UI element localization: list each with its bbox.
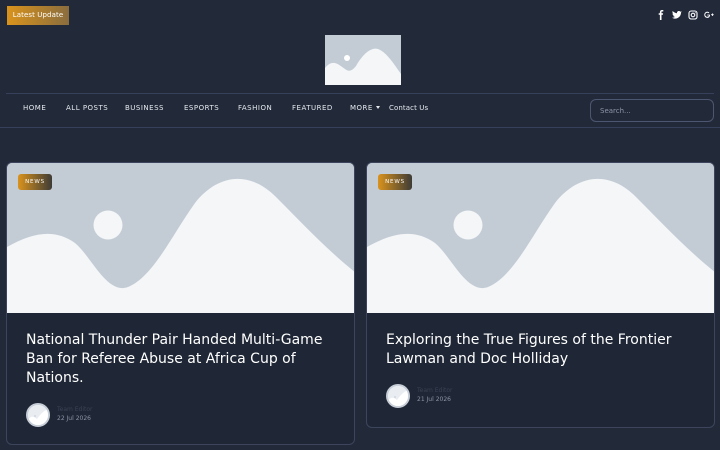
avatar[interactable] [26, 403, 50, 427]
search-input[interactable] [590, 99, 714, 122]
post-author[interactable]: Team Editor [417, 387, 453, 395]
nav-divider-bottom [0, 127, 720, 128]
post-date: 21 Jul 2026 [417, 396, 451, 403]
latest-update-button[interactable]: Latest Update [7, 6, 69, 25]
nav-item-contact-us[interactable]: Contact Us [389, 104, 428, 112]
post-meta: Team Editor 22 Jul 2026 [26, 403, 93, 427]
post-title[interactable]: National Thunder Pair Handed Multi-Game … [26, 331, 336, 388]
post-author[interactable]: Team Editor [57, 406, 93, 414]
nav-item-esports[interactable]: ESPORTS [184, 104, 219, 112]
category-badge[interactable]: NEWS [18, 174, 52, 190]
post-image-placeholder[interactable] [367, 163, 714, 313]
nav-item-featured[interactable]: FEATURED [292, 104, 333, 112]
site-logo[interactable] [325, 35, 401, 85]
avatar[interactable] [386, 384, 410, 408]
social-links [656, 9, 714, 20]
nav-divider-top [6, 93, 714, 94]
chevron-down-icon [375, 105, 380, 109]
nav-item-business[interactable]: BUSINESS [125, 104, 164, 112]
instagram-icon[interactable] [688, 9, 698, 20]
post-card[interactable]: NEWS Exploring the True Figures of the F… [366, 162, 715, 428]
nav-item-more-label: MORE [350, 104, 373, 112]
post-title[interactable]: Exploring the True Figures of the Fronti… [386, 331, 696, 369]
category-badge[interactable]: NEWS [378, 174, 412, 190]
twitter-icon[interactable] [672, 9, 682, 20]
nav-item-home[interactable]: HOME [23, 104, 46, 112]
facebook-icon[interactable] [656, 9, 666, 20]
nav-item-fashion[interactable]: FASHION [238, 104, 272, 112]
post-card[interactable]: NEWS National Thunder Pair Handed Multi-… [6, 162, 355, 445]
google-plus-icon[interactable] [704, 9, 714, 20]
nav-item-all-posts[interactable]: ALL POSTS [66, 104, 108, 112]
nav-item-more[interactable]: MORE [350, 104, 380, 112]
post-meta: Team Editor 21 Jul 2026 [386, 384, 453, 408]
post-date: 22 Jul 2026 [57, 415, 91, 422]
post-image-placeholder[interactable] [7, 163, 354, 313]
